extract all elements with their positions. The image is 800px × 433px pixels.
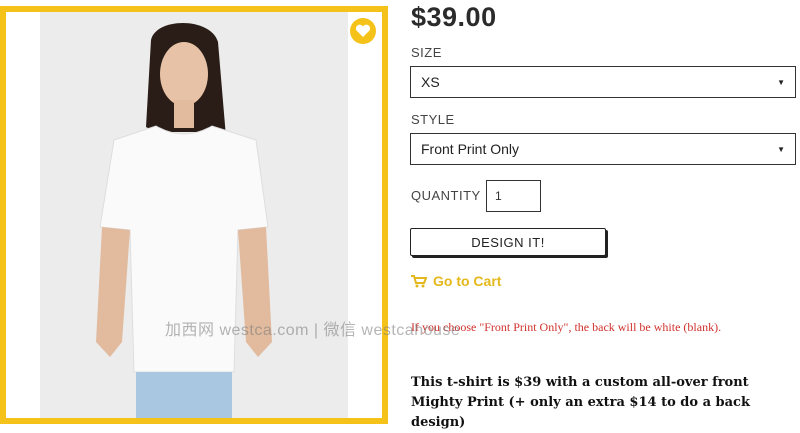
size-select-value: XS [421, 74, 440, 90]
design-it-button[interactable]: DESIGN IT! [410, 228, 606, 256]
size-label: SIZE [411, 45, 442, 60]
wishlist-button[interactable] [350, 18, 376, 44]
style-label: STYLE [411, 112, 455, 127]
product-price: $39.00 [411, 2, 497, 32]
style-select-value: Front Print Only [421, 141, 520, 157]
product-photo [6, 12, 382, 418]
caret-down-icon: ▼ [777, 144, 785, 154]
back-print-note: If you choose "Front Print Only", the ba… [411, 320, 722, 334]
go-to-cart-label: Go to Cart [433, 273, 502, 289]
go-to-cart-link[interactable]: Go to Cart [411, 273, 501, 289]
pricing-note: This t-shirt is $39 with a custom all-ov… [411, 375, 750, 430]
style-select[interactable]: Front Print Only ▼ [410, 133, 796, 165]
heart-icon [355, 24, 371, 37]
size-select[interactable]: XS ▼ [410, 66, 796, 98]
caret-down-icon: ▼ [777, 77, 785, 87]
cart-icon [411, 274, 427, 287]
quantity-label: QUANTITY [411, 188, 481, 203]
quantity-input[interactable]: 1 [486, 180, 541, 212]
product-image-frame [0, 6, 388, 424]
